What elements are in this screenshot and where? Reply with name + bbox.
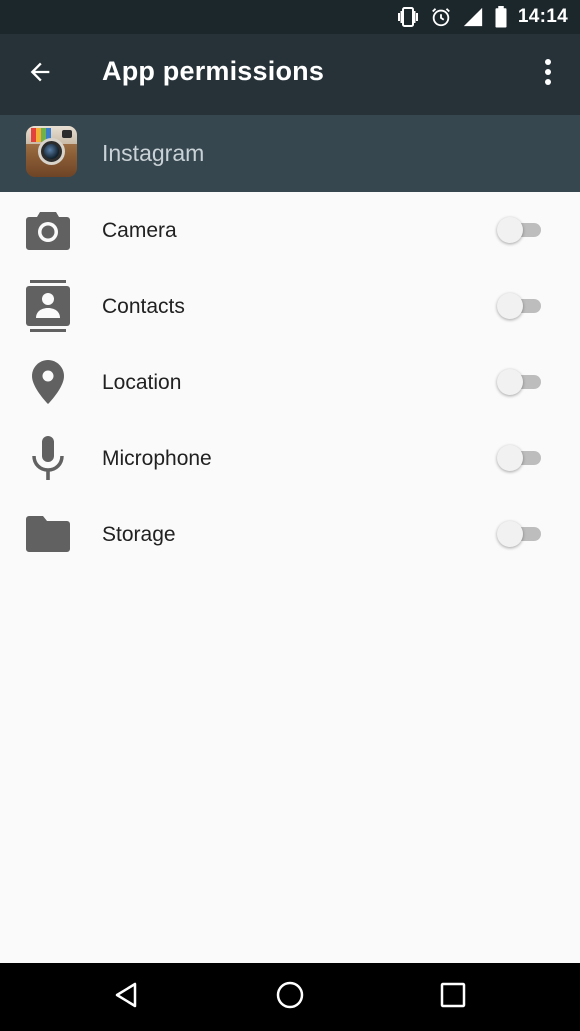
camera-toggle[interactable]: [497, 217, 543, 243]
permission-label: Location: [102, 371, 182, 394]
folder-icon: [24, 510, 72, 558]
location-pin-icon: [24, 358, 72, 406]
signal-icon: [462, 6, 484, 28]
back-button[interactable]: [20, 54, 60, 94]
permission-row-microphone[interactable]: Microphone: [0, 420, 580, 496]
permission-label: Microphone: [102, 447, 212, 470]
permission-row-contacts[interactable]: Contacts: [0, 268, 580, 344]
permission-row-location[interactable]: Location: [0, 344, 580, 420]
permission-list: Camera Contacts Location Microphone Stor…: [0, 192, 580, 572]
back-triangle-icon: [113, 981, 141, 1014]
recents-square-icon: [440, 982, 466, 1013]
permission-label: Camera: [102, 219, 177, 242]
permission-row-camera[interactable]: Camera: [0, 192, 580, 268]
app-bar: App permissions: [0, 34, 580, 115]
app-name: Instagram: [102, 140, 205, 166]
permission-label: Storage: [102, 523, 176, 546]
nav-recents-button[interactable]: [433, 977, 473, 1017]
camera-icon: [24, 206, 72, 254]
contacts-icon: [24, 280, 72, 332]
battery-icon: [494, 6, 508, 28]
contacts-toggle[interactable]: [497, 293, 543, 319]
vibrate-icon: [396, 5, 420, 29]
page-title: App permissions: [102, 56, 325, 86]
status-time: 14:14: [517, 6, 568, 27]
status-bar: 14:14: [0, 0, 580, 34]
arrow-back-icon: [26, 58, 54, 91]
alarm-icon: [430, 6, 452, 28]
navigation-bar: [0, 963, 580, 1031]
microphone-toggle[interactable]: [497, 445, 543, 471]
microphone-icon: [24, 434, 72, 482]
home-circle-icon: [275, 980, 305, 1015]
overflow-menu-button[interactable]: [532, 54, 564, 94]
storage-toggle[interactable]: [497, 521, 543, 547]
permission-row-storage[interactable]: Storage: [0, 496, 580, 572]
nav-back-button[interactable]: [107, 977, 147, 1017]
instagram-app-icon: [26, 126, 77, 177]
app-header: Instagram: [0, 115, 580, 192]
permission-label: Contacts: [102, 295, 185, 318]
more-vert-icon: [544, 58, 552, 91]
nav-home-button[interactable]: [270, 977, 310, 1017]
location-toggle[interactable]: [497, 369, 543, 395]
